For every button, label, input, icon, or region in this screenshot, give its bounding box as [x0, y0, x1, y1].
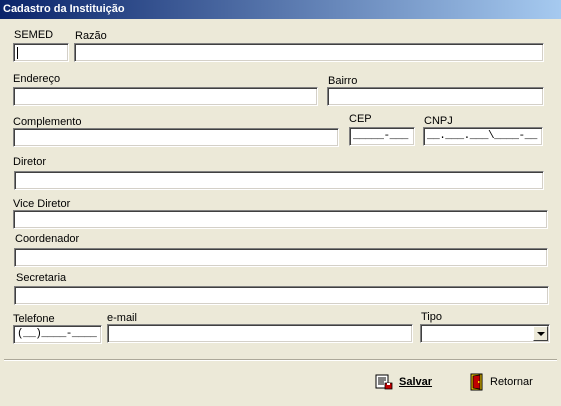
cnpj-label: CNPJ: [424, 115, 453, 127]
telefone-input[interactable]: (__)____-____: [13, 325, 102, 344]
cadastro-window: Cadastro da Instituição SEMED Razão Ende…: [0, 0, 561, 406]
divider: [4, 359, 557, 361]
title-bar: Cadastro da Instituição: [0, 0, 561, 19]
semed-label: SEMED: [14, 29, 54, 41]
exit-door-icon: [470, 373, 483, 391]
secretaria-input[interactable]: [14, 286, 549, 305]
razao-label: Razão: [75, 30, 107, 42]
salvar-label: Salvar: [399, 376, 433, 388]
text-caret: [17, 47, 18, 59]
telefone-mask: (__)____-____: [17, 328, 97, 340]
cep-input[interactable]: _____-___: [349, 127, 415, 146]
razao-input[interactable]: [74, 43, 544, 62]
email-label: e-mail: [107, 312, 137, 324]
tipo-select[interactable]: [420, 324, 550, 343]
complemento-label: Complemento: [13, 116, 82, 128]
bairro-label: Bairro: [328, 75, 358, 87]
endereco-label: Endereço: [13, 73, 61, 85]
tipo-label: Tipo: [421, 311, 442, 323]
email-input[interactable]: [107, 324, 413, 343]
semed-input[interactable]: [13, 43, 69, 62]
retornar-button[interactable]: Retornar: [470, 369, 533, 395]
save-icon: [375, 374, 393, 390]
cep-mask: _____-___: [353, 130, 408, 142]
cnpj-mask: __.___.___\____-__: [427, 130, 537, 142]
endereco-input[interactable]: [13, 87, 318, 106]
vice-diretor-label: Vice Diretor: [13, 198, 71, 210]
cnpj-input[interactable]: __.___.___\____-__: [423, 127, 543, 146]
coordenador-input[interactable]: [14, 248, 548, 267]
vice-diretor-input[interactable]: [13, 210, 548, 229]
secretaria-label: Secretaria: [16, 272, 67, 284]
window-title: Cadastro da Instituição: [3, 3, 125, 15]
diretor-label: Diretor: [13, 156, 47, 168]
cep-label: CEP: [349, 113, 372, 125]
salvar-button[interactable]: Salvar: [375, 369, 432, 395]
bairro-input[interactable]: [327, 87, 544, 106]
chevron-down-icon[interactable]: [533, 326, 548, 341]
diretor-input[interactable]: [14, 171, 544, 190]
retornar-label: Retornar: [490, 376, 533, 388]
complemento-input[interactable]: [13, 128, 339, 147]
coordenador-label: Coordenador: [15, 233, 80, 245]
telefone-label: Telefone: [13, 313, 55, 325]
